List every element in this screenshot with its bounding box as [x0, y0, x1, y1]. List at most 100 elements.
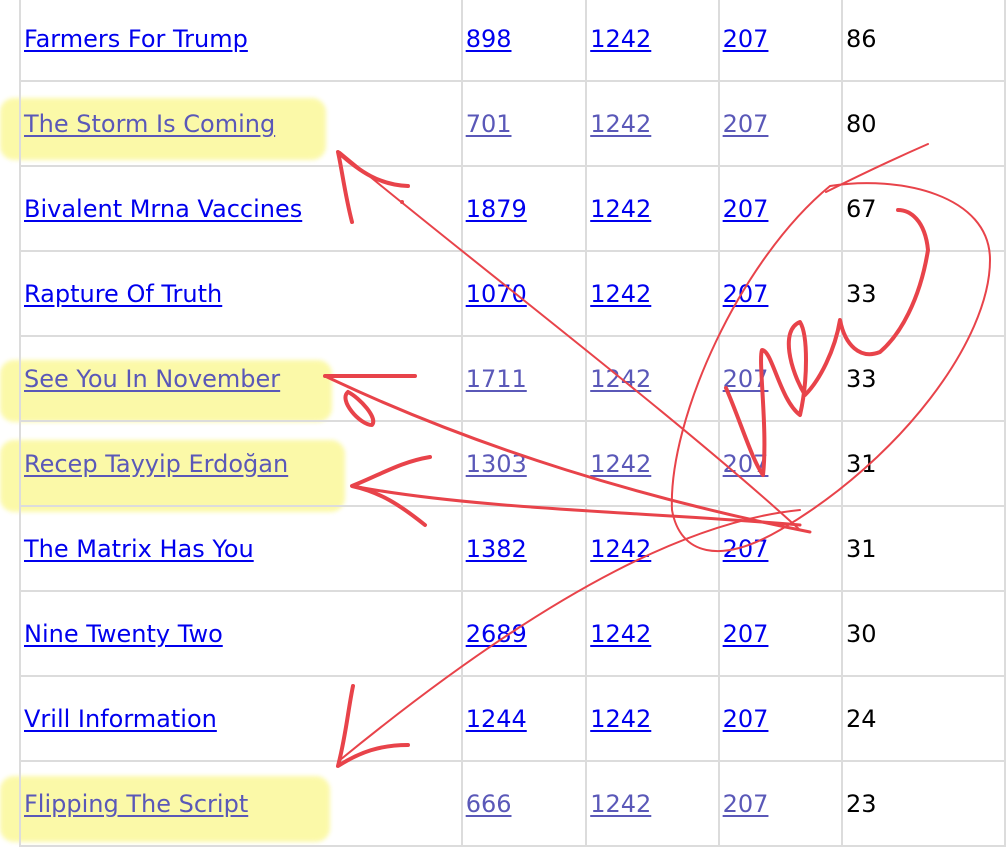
col3-cell: 207	[717, 590, 844, 677]
col3-cell: 207	[717, 0, 844, 82]
name-cell: Bivalent Mrna Vaccines	[19, 165, 463, 252]
table-row: Farmers For Trump 898 1242 207 86	[19, 0, 1006, 82]
name-cell: Recep Tayyip Erdoğan	[19, 420, 463, 507]
col1-cell: 1382	[460, 505, 588, 592]
count-cell: 86	[841, 0, 1006, 82]
table-row: See You In November 1711 1242 207 33	[19, 335, 1006, 422]
col3-link[interactable]: 207	[723, 25, 769, 53]
name-link[interactable]: Flipping The Script	[24, 790, 248, 818]
name-link[interactable]: The Matrix Has You	[24, 535, 254, 563]
col2-cell: 1242	[585, 80, 720, 167]
col1-cell: 1244	[460, 675, 588, 762]
col2-link[interactable]: 1242	[590, 195, 651, 223]
table-row: Nine Twenty Two 2689 1242 207 30	[19, 590, 1006, 677]
col2-cell: 1242	[585, 0, 720, 82]
col1-cell: 666	[460, 760, 588, 847]
name-link[interactable]: Farmers For Trump	[24, 25, 248, 53]
count-cell: 31	[841, 505, 1006, 592]
name-link[interactable]: Nine Twenty Two	[24, 620, 223, 648]
col2-cell: 1242	[585, 335, 720, 422]
table-row: The Matrix Has You 1382 1242 207 31	[19, 505, 1006, 592]
count-cell: 24	[841, 675, 1006, 762]
table-row: Recep Tayyip Erdoğan 1303 1242 207 31	[19, 420, 1006, 507]
count-cell: 33	[841, 335, 1006, 422]
col3-link[interactable]: 207	[723, 195, 769, 223]
col2-cell: 1242	[585, 165, 720, 252]
name-cell: The Storm Is Coming	[19, 80, 463, 167]
table-row: Bivalent Mrna Vaccines 1879 1242 207 67	[19, 165, 1006, 252]
col1-cell: 898	[460, 0, 588, 82]
col1-link[interactable]: 1303	[466, 450, 527, 478]
name-cell: Flipping The Script	[19, 760, 463, 847]
table-row: The Storm Is Coming 701 1242 207 80	[19, 80, 1006, 167]
col1-link[interactable]: 898	[466, 25, 512, 53]
name-link[interactable]: See You In November	[24, 365, 280, 393]
count-cell: 31	[841, 420, 1006, 507]
name-cell: Nine Twenty Two	[19, 590, 463, 677]
count-cell: 30	[841, 590, 1006, 677]
col1-link[interactable]: 1711	[466, 365, 527, 393]
table-row: Flipping The Script 666 1242 207 23	[19, 760, 1006, 847]
col3-link[interactable]: 207	[723, 280, 769, 308]
table-row: Vrill Information 1244 1242 207 24	[19, 675, 1006, 762]
count-cell: 23	[841, 760, 1006, 847]
col2-link[interactable]: 1242	[590, 535, 651, 563]
col2-link[interactable]: 1242	[590, 705, 651, 733]
col2-cell: 1242	[585, 590, 720, 677]
col2-link[interactable]: 1242	[590, 450, 651, 478]
count-cell: 80	[841, 80, 1006, 167]
col3-cell: 207	[717, 335, 844, 422]
col3-link[interactable]: 207	[723, 365, 769, 393]
col2-link[interactable]: 1242	[590, 790, 651, 818]
col1-link[interactable]: 1070	[466, 280, 527, 308]
col2-link[interactable]: 1242	[590, 620, 651, 648]
col3-cell: 207	[717, 505, 844, 592]
col1-cell: 2689	[460, 590, 588, 677]
col1-cell: 1879	[460, 165, 588, 252]
table-row: Rapture Of Truth 1070 1242 207 33	[19, 250, 1006, 337]
col3-link[interactable]: 207	[723, 790, 769, 818]
name-link[interactable]: Bivalent Mrna Vaccines	[24, 195, 302, 223]
col1-link[interactable]: 1879	[466, 195, 527, 223]
name-link[interactable]: Rapture Of Truth	[24, 280, 222, 308]
name-link[interactable]: Vrill Information	[24, 705, 217, 733]
col2-link[interactable]: 1242	[590, 365, 651, 393]
col2-link[interactable]: 1242	[590, 280, 651, 308]
col1-cell: 1711	[460, 335, 588, 422]
count-cell: 67	[841, 165, 1006, 252]
col3-cell: 207	[717, 420, 844, 507]
col1-link[interactable]: 701	[466, 110, 512, 138]
count-cell: 33	[841, 250, 1006, 337]
col3-link[interactable]: 207	[723, 450, 769, 478]
name-cell: See You In November	[19, 335, 463, 422]
col2-cell: 1242	[585, 760, 720, 847]
data-table: Farmers For Trump 898 1242 207 86 The St…	[19, 0, 1006, 847]
name-link[interactable]: Recep Tayyip Erdoğan	[24, 450, 288, 478]
col3-link[interactable]: 207	[723, 110, 769, 138]
col3-link[interactable]: 207	[723, 620, 769, 648]
col1-cell: 701	[460, 80, 588, 167]
col2-link[interactable]: 1242	[590, 25, 651, 53]
col1-cell: 1070	[460, 250, 588, 337]
col1-link[interactable]: 2689	[466, 620, 527, 648]
col2-cell: 1242	[585, 250, 720, 337]
col2-link[interactable]: 1242	[590, 110, 651, 138]
col3-link[interactable]: 207	[723, 705, 769, 733]
col3-cell: 207	[717, 675, 844, 762]
col3-link[interactable]: 207	[723, 535, 769, 563]
col1-link[interactable]: 1382	[466, 535, 527, 563]
name-cell: Rapture Of Truth	[19, 250, 463, 337]
col1-link[interactable]: 666	[466, 790, 512, 818]
col1-cell: 1303	[460, 420, 588, 507]
col3-cell: 207	[717, 760, 844, 847]
name-cell: The Matrix Has You	[19, 505, 463, 592]
col3-cell: 207	[717, 250, 844, 337]
col2-cell: 1242	[585, 675, 720, 762]
col2-cell: 1242	[585, 420, 720, 507]
col1-link[interactable]: 1244	[466, 705, 527, 733]
name-cell: Farmers For Trump	[19, 0, 463, 82]
col2-cell: 1242	[585, 505, 720, 592]
name-link[interactable]: The Storm Is Coming	[24, 110, 275, 138]
name-cell: Vrill Information	[19, 675, 463, 762]
col3-cell: 207	[717, 80, 844, 167]
